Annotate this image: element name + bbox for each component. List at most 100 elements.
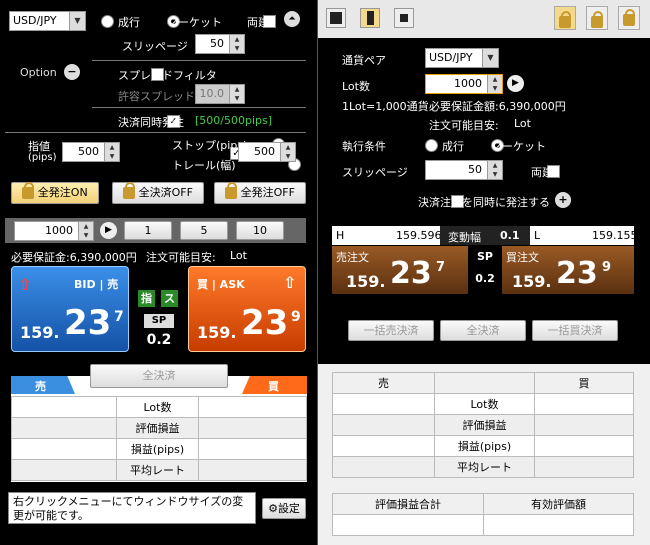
lot-input[interactable]: 1000 ▲ ▼ <box>425 74 503 94</box>
lot-input[interactable]: 1000 ▲ ▼ <box>14 221 94 241</box>
pair-select[interactable]: USD/JPY ▼ <box>9 11 86 31</box>
row-label: 損益(pips) <box>434 435 535 457</box>
label-market: マーケット <box>491 140 546 153</box>
right-order-panel: 通貨ペア USD/JPY ▼ Lot数 1000 ▲ ▼ ▶ 1Lot=1,000通貨… <box>318 0 650 545</box>
quick-lot-10-button[interactable]: 10 <box>236 221 284 240</box>
trail-label: トレール(幅) <box>172 159 236 172</box>
stop-label: ストップ(pips) <box>172 139 248 152</box>
lot-note: 1Lot=1,000通貨 <box>342 100 429 113</box>
label-limit: 成行 <box>442 140 464 153</box>
lock-buy-icon[interactable] <box>586 6 608 30</box>
collapse-icon[interactable]: ⏶ <box>284 11 300 27</box>
gear-icon: ⚙ <box>268 502 278 515</box>
hl-bar: H 159.596 変動幅 0.1 L 159.155 <box>332 226 638 245</box>
layout-tall-icon[interactable] <box>360 8 380 28</box>
layout-wide-icon[interactable] <box>326 8 346 28</box>
all-order-on-button[interactable]: 全発注ON <box>11 182 99 204</box>
margin-text: 必要保証金額:6,390,000円 <box>429 100 566 113</box>
table-row: 評価損益 <box>11 417 307 439</box>
chevron-down-icon: ▼ <box>482 49 498 67</box>
low-label: L <box>534 229 541 242</box>
table-row: 損益(pips) <box>332 435 634 457</box>
buy-tab[interactable]: 買 <box>242 376 307 394</box>
radio-limit[interactable] <box>101 14 114 28</box>
spin-arrows-icon[interactable]: ▲ ▼ <box>229 85 244 103</box>
stop-input[interactable]: 500 ▲ ▼ <box>238 142 296 162</box>
left-order-panel: USD/JPY ▼ 成行 マーケット 両建 ⏶ スリッページ 50 ▲ ▼ Optio… <box>0 0 318 545</box>
sell-tab[interactable]: 売 <box>11 376 75 394</box>
close-all-button[interactable]: 全決済 <box>90 364 228 388</box>
buy-price-big: 159. <box>512 272 552 291</box>
slip-input[interactable]: 50 ▲ ▼ <box>425 160 503 180</box>
table-row: 平均レート <box>332 456 634 478</box>
spin-arrows-icon[interactable]: ▲ ▼ <box>280 143 295 161</box>
ask-price-mid: 23 <box>241 303 289 343</box>
limit-unit: (pips) <box>28 152 57 163</box>
minus-icon[interactable]: − <box>64 64 80 80</box>
spin-arrows-icon[interactable]: ▲ ▼ <box>487 161 502 179</box>
close-all-button[interactable]: 全決済 <box>440 320 526 341</box>
settings-button[interactable]: ⚙設定 <box>262 498 306 519</box>
spin-arrows-icon[interactable]: ▲ ▼ <box>78 222 93 240</box>
position-table: 売買 Lot数 評価損益 損益(pips) 平均レート <box>332 372 634 478</box>
table-row: Lot数 <box>11 396 307 418</box>
slip-input[interactable]: 50 ▲ ▼ <box>195 34 245 54</box>
arrow-up-icon: ⇧ <box>283 273 297 292</box>
layout-small-icon[interactable] <box>394 8 414 28</box>
all-order-off-button[interactable]: 全発注OFF <box>214 182 306 204</box>
pair-label: 通貨ペア <box>342 54 386 67</box>
row-label: Lot数 <box>434 393 535 415</box>
quick-lot-5-button[interactable]: 5 <box>180 221 228 240</box>
lock-all-icon[interactable] <box>618 6 640 30</box>
radio-limit[interactable] <box>425 138 438 152</box>
position-table: Lot数 評価損益 損益(pips) 平均レート <box>11 396 307 481</box>
quick-lot-1-label: 1 <box>144 224 152 237</box>
lock-icon <box>22 182 35 199</box>
table-row: 損益(pips) <box>11 438 307 460</box>
buy-price-mid: 23 <box>556 256 598 291</box>
tag-sashi: 指 <box>138 290 155 307</box>
bid-price-sup: 7 <box>114 309 124 325</box>
allow-spread-input[interactable]: 10.0 ▲ ▼ <box>195 84 245 104</box>
limit-input[interactable]: 500 ▲ ▼ <box>62 142 120 162</box>
spin-arrows-icon[interactable]: ▲ ▼ <box>229 35 244 53</box>
quick-lot-10-label: 10 <box>253 224 267 237</box>
pair-select[interactable]: USD/JPY ▼ <box>425 48 499 68</box>
play-icon[interactable]: ▶ <box>507 75 524 92</box>
lock-sell-icon[interactable] <box>554 6 576 30</box>
slip-label: スリッページ <box>122 40 188 53</box>
allow-spread-value: 10.0 <box>199 87 225 100</box>
plus-icon[interactable]: + <box>555 192 571 208</box>
row-label: 損益(pips) <box>116 438 199 460</box>
sp-label: SP <box>477 250 493 263</box>
sp-value: 0.2 <box>475 272 495 285</box>
label-ryodate: 両建 <box>531 166 553 179</box>
spin-arrows-icon[interactable]: ▲ ▼ <box>487 75 502 93</box>
lot-label: Lot数 <box>342 80 370 93</box>
stop-value: 500 <box>254 145 275 158</box>
margin-text: 必要保証金:6,390,000円 <box>11 251 137 264</box>
bid-price-big: 159. <box>20 323 60 342</box>
sell-order-button[interactable]: 売注文 159. 23 7 <box>332 246 468 294</box>
summary-table: 評価損益合計 有効評価額 <box>332 493 634 536</box>
buy-all-close-button[interactable]: 一括買決済 <box>532 320 618 341</box>
sell-all-close-button[interactable]: 一括売決済 <box>348 320 434 341</box>
ask-buy-button[interactable]: 買 | ASK ⇧ 159. 23 9 <box>188 266 306 352</box>
spin-arrows-icon[interactable]: ▲ ▼ <box>104 143 119 161</box>
high-value: 159.596 <box>396 229 442 242</box>
all-close-off-button[interactable]: 全決済OFF <box>112 182 204 204</box>
slip-value: 50 <box>468 163 482 176</box>
buy-order-button[interactable]: 買注文 159. 23 9 <box>502 246 634 294</box>
all-close-off-label: 全決済OFF <box>138 186 193 199</box>
ask-label: 買 | ASK <box>197 278 245 291</box>
lot-value: 1000 <box>45 224 73 237</box>
row-label: 評価損益 <box>116 417 199 439</box>
option-label: Option <box>20 66 57 79</box>
bid-sell-button[interactable]: ⇧ BID | 売 159. 23 7 <box>11 266 129 352</box>
quick-lot-1-button[interactable]: 1 <box>124 221 172 240</box>
spread-filter-label: スプレッドフィルタ <box>118 69 217 82</box>
table-row: 平均レート <box>11 459 307 481</box>
simul-label: 決済注文を同時に発注する <box>418 196 550 209</box>
play-icon[interactable]: ▶ <box>100 222 117 239</box>
bid-price-mid: 23 <box>64 303 112 343</box>
